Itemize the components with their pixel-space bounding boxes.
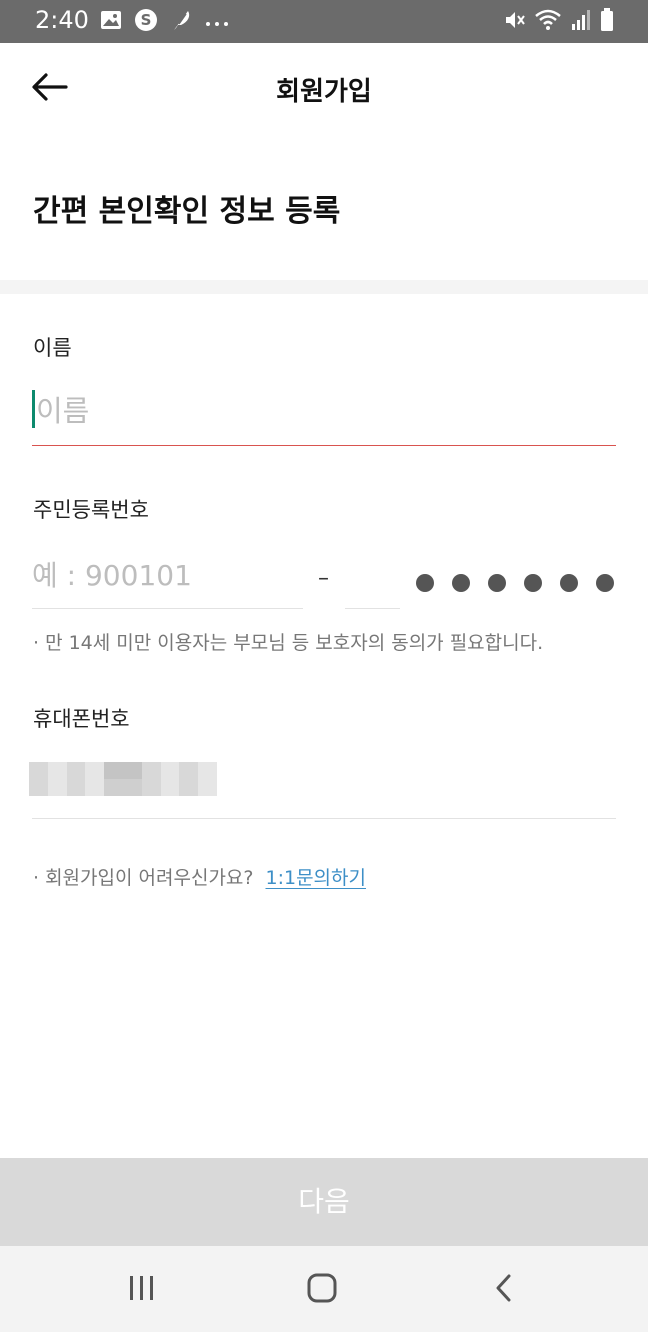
masked-dot <box>452 574 470 592</box>
name-placeholder: 이름 <box>36 394 90 428</box>
rrn-label: 주민등록번호 <box>33 498 149 522</box>
masked-dot <box>596 574 614 592</box>
page-title: 회원가입 <box>276 77 372 107</box>
signal-icon <box>570 8 592 36</box>
image-icon <box>100 10 122 34</box>
home-button[interactable] <box>300 1268 344 1312</box>
status-right-icons <box>502 8 614 36</box>
help-row: · 회원가입이 어려우신가요? 1:1문의하기 <box>33 863 366 890</box>
help-text: · 회원가입이 어려우신가요? <box>33 867 254 889</box>
phone-input[interactable] <box>29 748 616 819</box>
rrn-back-first-digit-input[interactable] <box>345 548 400 609</box>
masked-dot <box>560 574 578 592</box>
status-left-icons: S <box>100 8 230 36</box>
masked-dot <box>488 574 506 592</box>
next-button[interactable]: 다음 <box>0 1158 648 1246</box>
masked-dot <box>524 574 542 592</box>
back-icon <box>489 1273 519 1307</box>
battery-icon <box>600 8 614 36</box>
nav-back-button[interactable] <box>482 1268 526 1312</box>
more-dots-icon <box>204 13 230 32</box>
status-bar: 2:40 S <box>0 0 648 43</box>
app-header: 회원가입 <box>0 43 648 133</box>
text-caret <box>32 390 35 428</box>
recent-apps-button[interactable] <box>120 1268 164 1312</box>
masked-dot <box>416 574 434 592</box>
recent-apps-icon <box>127 1273 157 1307</box>
home-icon <box>306 1272 338 1308</box>
feather-icon <box>170 8 192 36</box>
name-label: 이름 <box>33 336 72 360</box>
rrn-dash: – <box>318 566 329 591</box>
age-notice: · 만 14세 미만 이용자는 부모님 등 보호자의 동의가 필요합니다. <box>33 632 544 654</box>
rrn-front-placeholder: 예 : 900101 <box>32 559 192 592</box>
svg-text:S: S <box>141 11 152 29</box>
s-app-icon: S <box>134 8 158 36</box>
inquiry-link[interactable]: 1:1문의하기 <box>265 863 366 890</box>
status-time: 2:40 <box>35 6 89 34</box>
system-nav-bar <box>0 1246 648 1332</box>
section-divider <box>0 280 648 294</box>
phone-label: 휴대폰번호 <box>33 707 130 731</box>
rrn-front-input[interactable]: 예 : 900101 <box>32 548 303 609</box>
rrn-masked-digits <box>416 574 614 592</box>
phone-number-redacted <box>29 762 217 796</box>
mute-icon <box>502 8 526 36</box>
wifi-icon <box>534 8 562 36</box>
section-title: 간편 본인확인 정보 등록 <box>33 194 341 229</box>
name-input[interactable]: 이름 <box>32 382 616 446</box>
